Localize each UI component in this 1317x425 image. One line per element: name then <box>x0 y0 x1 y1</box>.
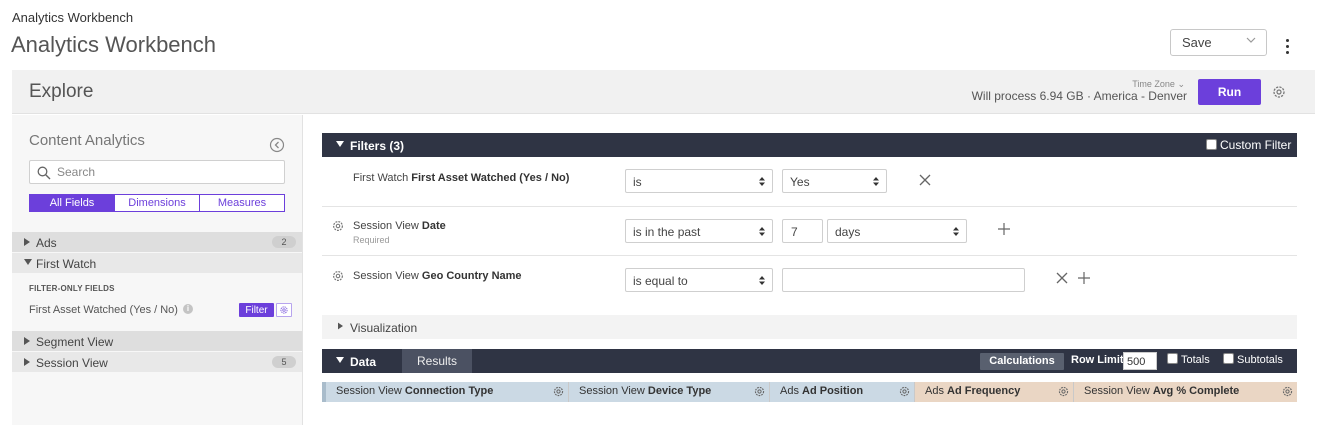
visualization-section-header[interactable]: Visualization <box>322 315 1297 339</box>
filter-row: Session View Geo Country Name is equal t… <box>322 256 1297 306</box>
tab-dimensions[interactable]: Dimensions <box>114 195 199 211</box>
select-arrows-icon <box>759 177 765 186</box>
search-input[interactable] <box>57 164 277 180</box>
filter-field-name: Session View Date <box>353 220 446 232</box>
field-first-asset-watched[interactable]: First Asset Watched (Yes / No) <box>29 304 178 316</box>
tab-results[interactable]: Results <box>402 349 472 373</box>
filter-unit-select[interactable]: days <box>827 219 967 243</box>
filter-value-input[interactable] <box>782 268 1025 292</box>
field-count-badge: 2 <box>272 236 296 248</box>
custom-filter-checkbox[interactable] <box>1206 139 1217 150</box>
process-estimate: Will process 6.94 GB · America - Denver <box>971 89 1187 103</box>
view-segment-view[interactable]: Segment View <box>12 331 302 351</box>
gear-icon[interactable] <box>753 385 766 398</box>
caret-right-icon <box>338 322 343 330</box>
select-arrows-icon <box>873 177 879 186</box>
row-limit-input[interactable]: 500 <box>1123 352 1157 370</box>
filter-operator-select[interactable]: is <box>625 169 773 193</box>
view-first-watch[interactable]: First Watch <box>12 253 302 273</box>
info-icon[interactable]: i <box>183 304 193 314</box>
more-options-icon[interactable] <box>1281 39 1293 57</box>
search-icon <box>37 166 51 180</box>
select-arrows-icon <box>759 276 765 285</box>
custom-filter-toggle[interactable]: Custom Filter <box>1206 138 1291 152</box>
column-header[interactable]: Session View Device Type <box>569 382 770 402</box>
select-arrows-icon <box>953 227 959 236</box>
tab-all-fields[interactable]: All Fields <box>30 195 114 211</box>
filter-row: First Watch First Asset Watched (Yes / N… <box>322 157 1297 207</box>
filter-by-field-button[interactable]: Filter <box>239 303 274 317</box>
tab-measures[interactable]: Measures <box>199 195 284 211</box>
column-header[interactable]: Session View Connection Type <box>326 382 569 402</box>
filter-value-select[interactable]: Yes <box>782 169 887 193</box>
filter-number-input[interactable]: 7 <box>782 219 823 243</box>
column-header[interactable]: Ads Ad Frequency <box>915 382 1074 402</box>
filter-operator-select[interactable]: is in the past <box>625 219 773 243</box>
gear-icon[interactable] <box>1057 385 1070 398</box>
calculations-button[interactable]: Calculations <box>980 353 1064 370</box>
subtotals-toggle[interactable]: Subtotals <box>1223 353 1283 366</box>
data-column-headers: Session View Connection Type Session Vie… <box>322 382 1297 402</box>
data-section-header: Data Results Calculations Row Limit 500 … <box>322 349 1297 373</box>
filters-section-header[interactable]: Filters (3) Custom Filter <box>322 133 1297 157</box>
caret-right-icon <box>24 358 30 366</box>
select-arrows-icon <box>759 227 765 236</box>
field-picker: Content Analytics All Fields Dimensions … <box>12 115 303 425</box>
field-search[interactable] <box>29 160 285 184</box>
caret-down-icon <box>336 357 344 363</box>
required-note: Required <box>353 235 390 245</box>
caret-right-icon <box>24 238 30 246</box>
page-title: Analytics Workbench <box>11 32 217 57</box>
explore-name: Content Analytics <box>29 132 145 149</box>
save-label: Save <box>1182 35 1212 50</box>
gear-icon[interactable] <box>1281 385 1294 398</box>
add-filter-icon[interactable] <box>998 223 1010 235</box>
subtotals-checkbox[interactable] <box>1223 353 1234 364</box>
remove-filter-icon[interactable] <box>919 174 931 186</box>
filter-row: Session View Date Required is in the pas… <box>322 206 1297 256</box>
gear-icon <box>280 306 288 314</box>
view-ads[interactable]: Ads 2 <box>12 232 302 252</box>
caret-right-icon <box>24 337 30 345</box>
view-session-view[interactable]: Session View 5 <box>12 352 302 372</box>
filter-field-name: First Watch First Asset Watched (Yes / N… <box>353 172 570 184</box>
caret-down-icon <box>24 259 32 265</box>
filters-title: Filters (3) <box>350 139 405 153</box>
tab-data[interactable]: Data <box>322 349 402 373</box>
gear-icon[interactable] <box>331 219 345 233</box>
filter-field-name: Session View Geo Country Name <box>353 270 522 282</box>
filter-operator-select[interactable]: is equal to <box>625 268 773 292</box>
add-filter-icon[interactable] <box>1078 272 1090 284</box>
gear-icon[interactable] <box>552 385 565 398</box>
field-count-badge: 5 <box>272 356 296 368</box>
gear-icon[interactable] <box>898 385 911 398</box>
row-limit-label: Row Limit <box>1071 354 1124 366</box>
gear-icon[interactable] <box>331 269 345 283</box>
explore-header: Explore Time Zone ⌄ Will process 6.94 GB… <box>12 70 1315 114</box>
field-options-button[interactable] <box>276 303 292 317</box>
column-header[interactable]: Ads Ad Position <box>770 382 915 402</box>
chevron-down-icon: ⌄ <box>1177 79 1185 89</box>
breadcrumb: Analytics Workbench <box>12 10 134 25</box>
remove-filter-icon[interactable] <box>1056 272 1068 284</box>
run-button[interactable]: Run <box>1198 79 1261 105</box>
column-header[interactable]: Session View Avg % Complete <box>1074 382 1297 402</box>
totals-toggle[interactable]: Totals <box>1167 353 1210 366</box>
save-dropdown[interactable]: Save <box>1170 29 1267 56</box>
explore-title: Explore <box>29 81 94 102</box>
caret-down-icon <box>336 141 344 147</box>
gear-icon[interactable] <box>1271 84 1287 100</box>
chevron-down-icon <box>1246 37 1256 43</box>
collapse-left-icon[interactable] <box>269 137 285 153</box>
field-type-tabs: All Fields Dimensions Measures <box>29 194 285 212</box>
filter-only-heading: FILTER-ONLY FIELDS <box>29 284 115 293</box>
totals-checkbox[interactable] <box>1167 353 1178 364</box>
